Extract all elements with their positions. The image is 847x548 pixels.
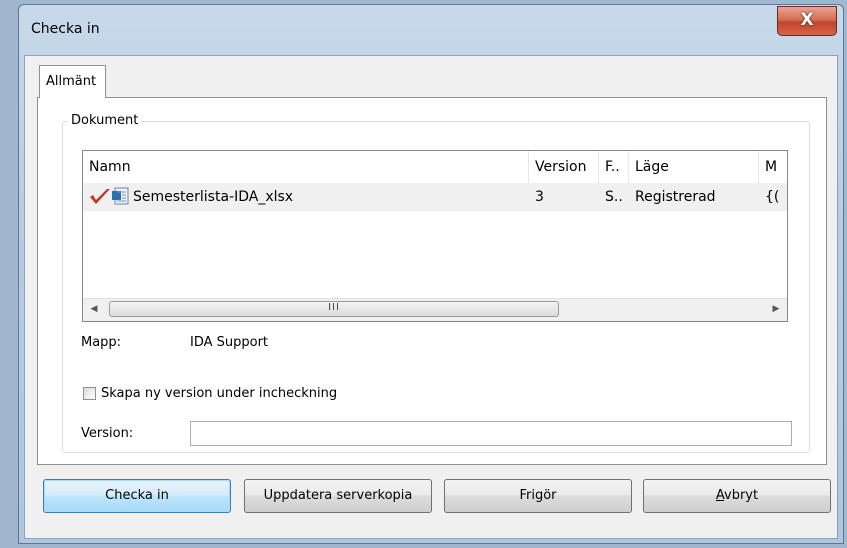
cancel-button[interactable]: Avbryt: [643, 479, 831, 513]
update-server-copy-button[interactable]: Uppdatera serverkopia: [244, 479, 432, 513]
column-header-version[interactable]: Version: [529, 151, 599, 183]
column-header-namn[interactable]: Namn: [83, 151, 529, 183]
folder-value: IDA Support: [190, 335, 269, 350]
column-header-m[interactable]: M: [759, 151, 787, 183]
tab-allmant[interactable]: Allmänt: [39, 65, 106, 98]
version-label: Version:: [81, 426, 134, 441]
cancel-label: vbryt: [724, 488, 759, 503]
scrollbar-thumb[interactable]: III: [109, 301, 559, 317]
red-checkmark-icon: [90, 189, 110, 204]
cell-status: Registrerad: [635, 189, 716, 205]
cancel-mnemonic: A: [715, 488, 725, 503]
list-header: Namn Version F.. Läge M: [83, 151, 787, 183]
cell-version: 3: [535, 189, 544, 205]
tab-panel: Dokument Namn Version F.. Läge M Semeste…: [37, 97, 827, 465]
cell-m: {(: [765, 189, 780, 205]
column-header-lage[interactable]: Läge: [629, 151, 759, 183]
release-button[interactable]: Frigör: [444, 479, 632, 513]
close-button[interactable]: X: [777, 6, 837, 36]
document-list[interactable]: Namn Version F.. Läge M Semesterlista-ID…: [82, 150, 788, 322]
scroll-left-arrow-icon[interactable]: ◀: [85, 299, 103, 320]
scroll-right-arrow-icon[interactable]: ▶: [767, 299, 785, 320]
cell-name: Semesterlista-IDA_xlsx: [133, 189, 294, 205]
window-title: Checka in: [31, 21, 100, 37]
group-title: Dokument: [68, 113, 142, 128]
new-version-checkbox-label[interactable]: Skapa ny version under incheckning: [101, 386, 337, 401]
dialog-client-area: Allmänt Dokument Namn Version F.. Läge M: [24, 55, 838, 539]
excel-document-icon: [112, 187, 129, 205]
version-input[interactable]: [190, 421, 792, 446]
column-header-f[interactable]: F..: [599, 151, 629, 183]
new-version-checkbox[interactable]: [83, 387, 96, 400]
horizontal-scrollbar[interactable]: ◀ III ▶: [83, 298, 787, 321]
document-groupbox: Dokument Namn Version F.. Läge M Semeste…: [62, 113, 810, 453]
checkin-button[interactable]: Checka in: [43, 479, 231, 513]
dialog-window: Checka in X Allmänt Dokument Namn Versio…: [18, 4, 844, 544]
list-item[interactable]: Semesterlista-IDA_xlsx 3 S.. Registrerad…: [83, 183, 787, 211]
folder-label: Mapp:: [81, 335, 122, 350]
cell-f: S..: [605, 189, 623, 205]
